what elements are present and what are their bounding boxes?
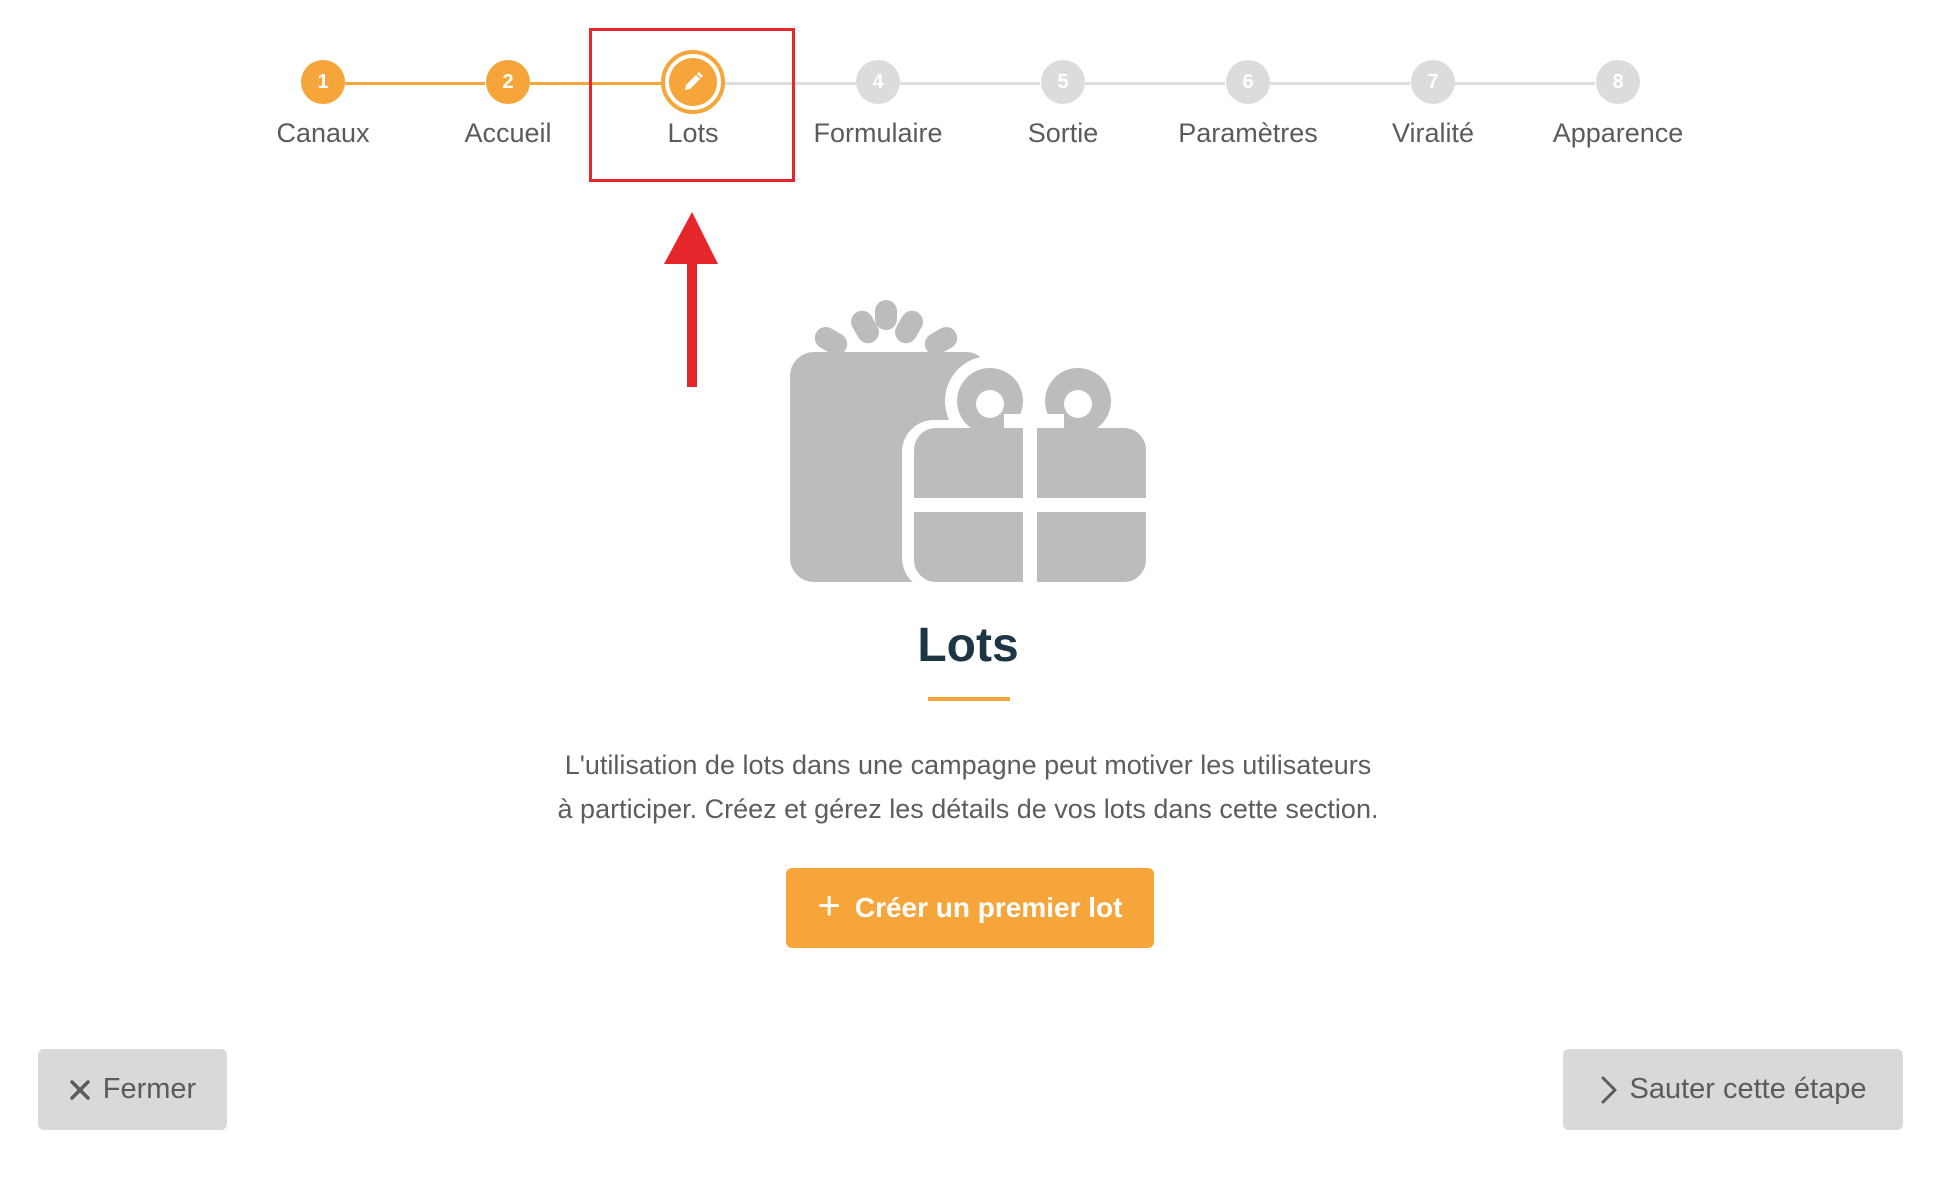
step-label: Viralité bbox=[1391, 118, 1475, 148]
step-number-badge: 1 bbox=[301, 60, 345, 104]
step-number-badge: 7 bbox=[1411, 60, 1455, 104]
annotation-arrow-icon bbox=[664, 212, 718, 387]
close-button-label: Fermer bbox=[102, 1073, 197, 1105]
skip-step-label: Sauter cette étape bbox=[1629, 1073, 1867, 1105]
title-underline bbox=[928, 697, 1010, 701]
step-label: Formulaire bbox=[813, 118, 943, 148]
wizard-stepper: 1 Canaux 2 Accueil Lots 4 Formulaire 5 S… bbox=[0, 0, 1936, 200]
close-button[interactable]: Fermer bbox=[38, 1049, 227, 1130]
create-first-lot-label: Créer un premier lot bbox=[854, 892, 1123, 923]
step-sortie[interactable]: 5 Sortie bbox=[973, 60, 1153, 149]
step-number-badge: 2 bbox=[486, 60, 530, 104]
step-accueil[interactable]: 2 Accueil bbox=[418, 60, 598, 149]
step-current-badge bbox=[661, 50, 725, 114]
step-viralite[interactable]: 7 Viralité bbox=[1343, 60, 1523, 149]
skip-step-button[interactable]: Sauter cette étape bbox=[1563, 1049, 1903, 1130]
pencil-icon bbox=[685, 72, 703, 90]
step-parametres[interactable]: 6 Paramètres bbox=[1158, 60, 1338, 149]
step-number-badge: 4 bbox=[856, 60, 900, 104]
section-description: L'utilisation de lots dans une campagne … bbox=[468, 743, 1468, 831]
gifts-icon bbox=[790, 300, 1146, 582]
step-label: Apparence bbox=[1552, 118, 1684, 148]
step-label: Sortie bbox=[1027, 118, 1099, 148]
description-line: L'utilisation de lots dans une campagne … bbox=[564, 750, 1372, 780]
step-lots[interactable]: Lots bbox=[603, 50, 783, 149]
page-title: Lots bbox=[917, 619, 1019, 672]
step-apparence[interactable]: 8 Apparence bbox=[1528, 60, 1708, 149]
step-label: Accueil bbox=[464, 118, 552, 148]
step-label: Lots bbox=[667, 118, 719, 148]
plus-icon: + bbox=[817, 884, 841, 928]
step-number-badge: 8 bbox=[1596, 60, 1640, 104]
create-first-lot-button[interactable]: + Créer un premier lot bbox=[786, 868, 1154, 948]
chevron-right-icon bbox=[1601, 1076, 1616, 1103]
step-formulaire[interactable]: 4 Formulaire bbox=[788, 60, 968, 149]
step-number-badge: 6 bbox=[1226, 60, 1270, 104]
step-number-badge: 5 bbox=[1041, 60, 1085, 104]
step-canaux[interactable]: 1 Canaux bbox=[233, 60, 413, 149]
step-label: Paramètres bbox=[1178, 118, 1318, 148]
description-line: à participer. Créez et gérez les détails… bbox=[557, 794, 1379, 824]
step-label: Canaux bbox=[276, 118, 370, 148]
close-icon bbox=[70, 1079, 90, 1100]
